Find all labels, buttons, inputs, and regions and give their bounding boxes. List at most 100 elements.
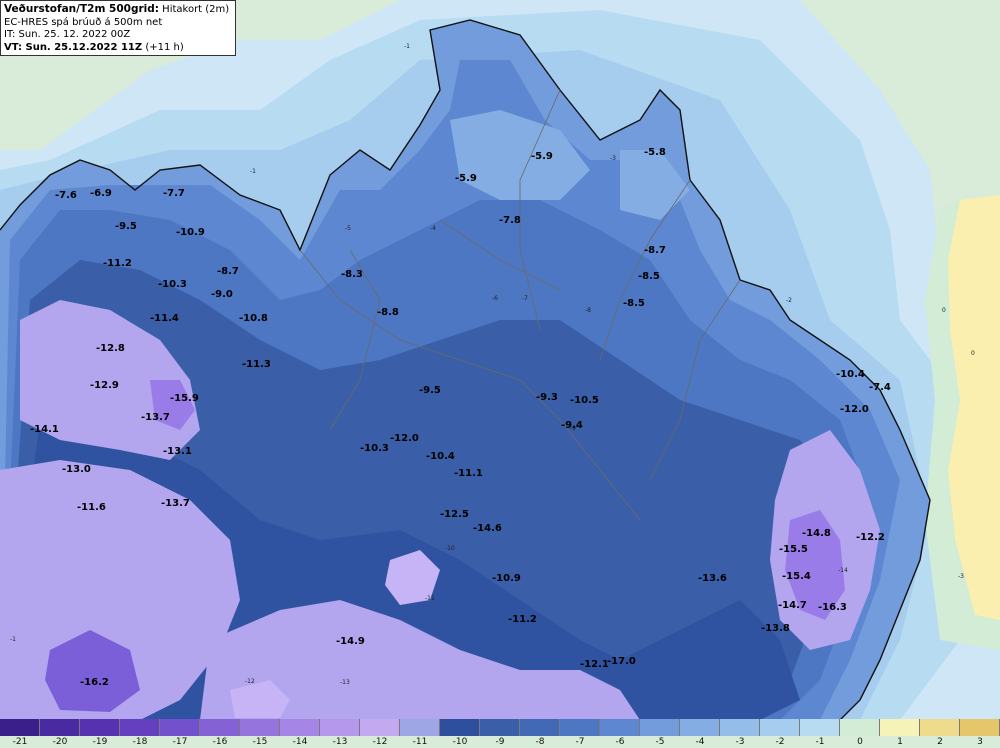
station-value: -10.4	[426, 451, 455, 462]
color-legend: -21 -20 -19 -18 -17 -16 -15 -14 -13 -12 -11 -10 -9 -8…	[0, 719, 1000, 748]
legend-tick-label: 1	[897, 737, 903, 747]
contour-label: -6	[492, 295, 498, 302]
legend-tick-label: -3	[735, 737, 745, 747]
legend-tick-label: -2	[775, 737, 785, 747]
contour-label: 0	[971, 350, 975, 357]
contour-label: -10	[445, 545, 455, 552]
legend-swatch	[920, 719, 960, 736]
station-value: -15.9	[170, 393, 199, 404]
contour-label: -14	[838, 567, 848, 574]
station-value: -14.7	[778, 600, 807, 611]
station-value: -14.1	[30, 424, 59, 435]
station-value: -12.9	[90, 380, 119, 391]
forecast-title-main: Veðurstofan/T2m 500grid:	[4, 3, 159, 15]
contour-label: -1	[250, 168, 256, 175]
legend-tick-label: -14	[292, 737, 308, 747]
station-value: -10.9	[492, 573, 521, 584]
station-value: -17.0	[607, 656, 636, 667]
legend-tick-label: -7	[575, 737, 585, 747]
station-value: -13.8	[761, 623, 790, 634]
station-value: -7.6	[55, 190, 77, 201]
station-value: -7.8	[499, 215, 521, 226]
legend-swatch	[520, 719, 560, 736]
legend-tick-label: -1	[815, 737, 825, 747]
station-value: -14.6	[473, 523, 502, 534]
contour-label: -8	[585, 307, 591, 314]
contour-label: -13	[340, 679, 350, 686]
station-value: -5.8	[644, 147, 666, 158]
contour-label: -1	[10, 636, 16, 643]
legend-swatch	[360, 719, 400, 736]
station-value: -12.5	[440, 509, 469, 520]
station-value: -11.3	[242, 359, 271, 370]
forecast-valid-time-offset: (+11 h)	[145, 41, 184, 53]
station-value: -7.7	[163, 188, 185, 199]
forecast-title: Veðurstofan/T2m 500grid: Hitakort (2m)	[4, 3, 232, 17]
station-value: -15.4	[782, 571, 811, 582]
legend-swatch	[960, 719, 1000, 736]
legend-tick-label: -6	[615, 737, 625, 747]
station-value: -14.9	[336, 636, 365, 647]
station-value: -5.9	[455, 173, 477, 184]
legend-swatch	[600, 719, 640, 736]
contour-label: -7	[522, 295, 528, 302]
station-value: -11.6	[77, 502, 106, 513]
station-value: -12.1	[580, 659, 609, 670]
legend-swatch	[200, 719, 240, 736]
legend-swatch	[80, 719, 120, 736]
legend-tick-label: -19	[92, 737, 108, 747]
legend-swatch	[440, 719, 480, 736]
legend-tick-label: -15	[252, 737, 268, 747]
legend-swatch	[480, 719, 520, 736]
station-value: -6.9	[90, 188, 112, 199]
contour-label: -12	[245, 678, 255, 685]
station-value: -9.5	[419, 385, 441, 396]
legend-swatch	[240, 719, 280, 736]
station-value: -7.4	[869, 382, 891, 393]
station-value: -16.3	[818, 602, 847, 613]
legend-tick-label: 3	[977, 737, 983, 747]
legend-swatch	[760, 719, 800, 736]
legend-swatch	[40, 719, 80, 736]
legend-tick-label: -11	[412, 737, 428, 747]
station-value: -10.4	[836, 369, 865, 380]
legend-tick-label: -20	[52, 737, 68, 747]
station-value: -8.7	[217, 266, 239, 277]
contour-label: -4	[430, 225, 436, 232]
station-value: -12.0	[390, 433, 419, 444]
station-value: -15.5	[779, 544, 808, 555]
legend-swatch	[840, 719, 880, 736]
legend-swatch	[560, 719, 600, 736]
forecast-valid-time-main: VT: Sun. 25.12.2022 11Z	[4, 41, 143, 53]
legend-tick-label: 2	[937, 737, 943, 747]
legend-tick-label: -17	[172, 737, 188, 747]
station-value: -11.4	[150, 313, 179, 324]
legend-swatch	[160, 719, 200, 736]
legend-swatch	[120, 719, 160, 736]
contour-label: -1	[404, 43, 410, 50]
station-value: -8.5	[638, 271, 660, 282]
legend-swatch	[320, 719, 360, 736]
legend-swatch	[0, 719, 40, 736]
forecast-title-sub: Hitakort (2m)	[162, 4, 230, 15]
legend-swatch	[400, 719, 440, 736]
station-value: -8.5	[623, 298, 645, 309]
station-value: -5.9	[531, 151, 553, 162]
station-value: -10.3	[360, 443, 389, 454]
legend-tick-label: -18	[132, 737, 148, 747]
contour-label: -3	[610, 155, 616, 162]
station-value: -10.5	[570, 395, 599, 406]
station-value: -10.9	[176, 227, 205, 238]
station-value: -10.3	[158, 279, 187, 290]
legend-swatch	[680, 719, 720, 736]
station-value: -9.4	[561, 420, 583, 431]
station-value: -8.3	[341, 269, 363, 280]
station-value: -9.3	[536, 392, 558, 403]
forecast-model: EC-HRES spá brúuð á 500m net	[4, 16, 163, 28]
station-value: -9.5	[115, 221, 137, 232]
legend-swatch	[720, 719, 760, 736]
station-value: -13.1	[163, 446, 192, 457]
station-value: -8.7	[644, 245, 666, 256]
station-value: -11.2	[103, 258, 132, 269]
contour-label: 0	[942, 307, 946, 314]
